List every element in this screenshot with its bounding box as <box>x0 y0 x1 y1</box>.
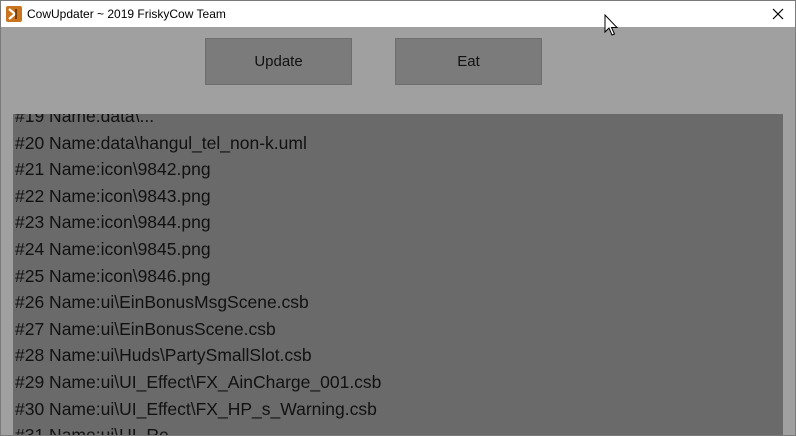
log-line: #23 Name:icon\9844.png <box>15 212 211 233</box>
log-line: #24 Name:icon\9845.png <box>15 238 211 259</box>
log-line: #19 Name:data\... <box>15 114 155 126</box>
window-title: CowUpdater ~ 2019 FriskyCow Team <box>27 7 226 21</box>
app-icon <box>6 6 22 22</box>
log-line: #20 Name:data\hangul_tel_non-k.uml <box>15 132 307 153</box>
log-line: #22 Name:icon\9843.png <box>15 185 211 206</box>
close-icon <box>772 8 784 20</box>
log-line: #31 Name:ui\UI_Re <box>15 425 169 436</box>
log-line: #28 Name:ui\Huds\PartySmallSlot.csb <box>15 345 312 366</box>
eat-button[interactable]: Eat <box>395 38 542 85</box>
app-window: CowUpdater ~ 2019 FriskyCow Team Update … <box>0 0 796 436</box>
update-button[interactable]: Update <box>205 38 352 85</box>
log-line: #29 Name:ui\UI_Effect\FX_AinCharge_001.c… <box>15 371 382 392</box>
close-button[interactable] <box>761 1 795 27</box>
log-line: #21 Name:icon\9842.png <box>15 159 211 180</box>
log-list: #19 Name:data\... #20 Name:data\hangul_t… <box>13 114 382 436</box>
log-line: #30 Name:ui\UI_Effect\FX_HP_s_Warning.cs… <box>15 398 377 419</box>
title-bar[interactable]: CowUpdater ~ 2019 FriskyCow Team <box>1 1 795 27</box>
mouse-cursor-icon <box>604 14 618 36</box>
log-line: #27 Name:ui\EinBonusScene.csb <box>15 318 276 339</box>
log-line: #26 Name:ui\EinBonusMsgScene.csb <box>15 292 309 313</box>
log-panel[interactable]: #19 Name:data\... #20 Name:data\hangul_t… <box>13 114 783 436</box>
log-line: #25 Name:icon\9846.png <box>15 265 211 286</box>
